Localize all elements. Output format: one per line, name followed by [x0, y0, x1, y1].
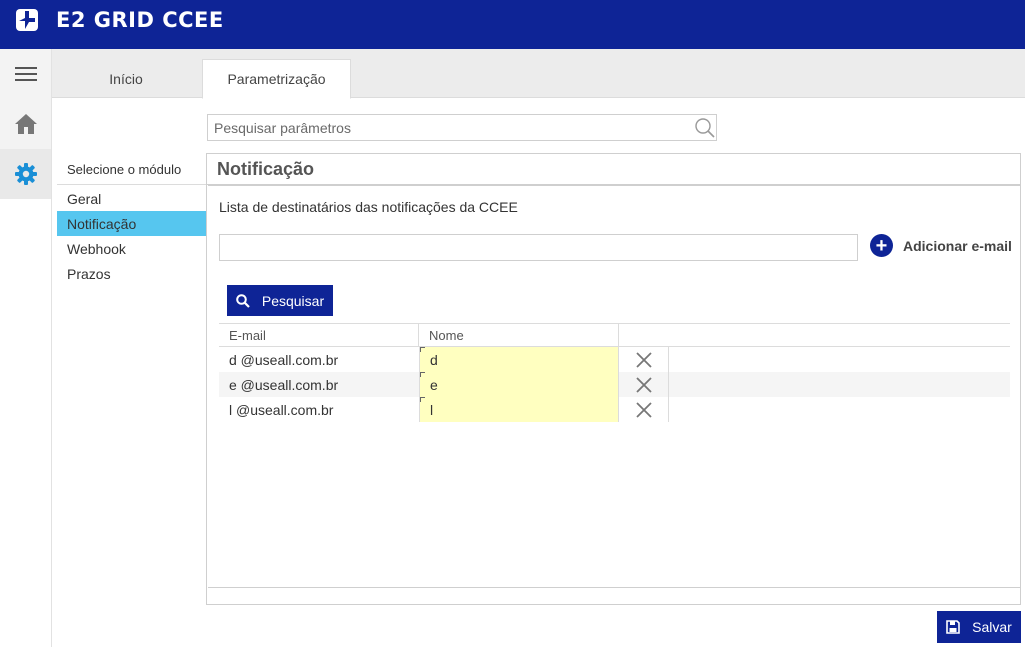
search-icon [236, 293, 250, 308]
email-cell[interactable]: d @useall.com.br [219, 347, 419, 372]
cell-corner-marker [420, 397, 425, 402]
notification-panel: Notificação Lista de destinatários das n… [206, 153, 1021, 605]
divider [57, 184, 207, 185]
gear-icon [14, 163, 37, 185]
panel-header: Notificação [207, 154, 1020, 185]
tab-inicio[interactable]: Início [52, 59, 200, 98]
add-email-label: Adicionar e-mail [903, 237, 1012, 254]
email-field[interactable] [219, 234, 858, 261]
table-row: d @useall.com.br d [219, 347, 1010, 372]
name-text: d [430, 351, 438, 368]
recipients-table: E-mail Nome d @useall.com.br d e @useall… [219, 323, 1010, 422]
panel-body: Lista de destinatários das notificações … [208, 185, 1020, 588]
plus-circle-icon: + [870, 234, 893, 257]
email-cell[interactable]: l @useall.com.br [219, 397, 419, 422]
module-item-notificacao[interactable]: Notificação [57, 211, 207, 236]
table-row: e @useall.com.br e [219, 372, 1010, 397]
module-item-geral[interactable]: Geral [57, 186, 207, 211]
add-email-button[interactable]: + Adicionar e-mail [870, 234, 1012, 257]
name-cell[interactable]: e [419, 372, 619, 397]
table-row: l @useall.com.br l [219, 397, 1010, 422]
parameter-search [207, 114, 717, 141]
module-item-prazos[interactable]: Prazos [57, 261, 207, 286]
close-icon [635, 376, 652, 393]
top-bar: E2 GRID CCEE [0, 0, 1025, 49]
menu-button[interactable] [0, 49, 51, 99]
name-text: l [430, 401, 434, 418]
delete-row-button[interactable] [619, 347, 669, 372]
home-icon [14, 114, 37, 134]
name-text: e [430, 376, 438, 393]
name-cell[interactable]: d [419, 347, 619, 372]
search-input[interactable] [208, 115, 678, 140]
home-nav-button[interactable] [0, 99, 51, 149]
settings-nav-button[interactable] [0, 149, 51, 199]
menu-icon [14, 67, 37, 81]
delete-row-button[interactable] [619, 372, 669, 397]
name-cell[interactable]: l [419, 397, 619, 422]
search-icon[interactable] [694, 117, 716, 139]
cell-corner-marker [420, 347, 425, 352]
column-header-nome[interactable]: Nome [419, 324, 619, 346]
module-item-webhook[interactable]: Webhook [57, 236, 207, 261]
delete-row-button[interactable] [619, 397, 669, 422]
panel-title: Notificação [217, 159, 315, 179]
search-button[interactable]: Pesquisar [227, 285, 333, 316]
app-logo-icon [16, 9, 38, 31]
cell-corner-marker [420, 372, 425, 377]
side-nav [0, 49, 52, 647]
tab-bar: Início Parametrização [52, 49, 1025, 99]
tab-parametrizacao[interactable]: Parametrização [202, 59, 351, 99]
app-title: E2 GRID CCEE [56, 8, 224, 32]
module-selector-title: Selecione o módulo [67, 162, 182, 177]
recipients-list-label: Lista de destinatários das notificações … [219, 199, 518, 215]
search-button-label: Pesquisar [261, 292, 325, 309]
email-cell[interactable]: e @useall.com.br [219, 372, 419, 397]
save-button-label: Salvar [972, 619, 1012, 635]
column-header-email[interactable]: E-mail [219, 324, 419, 346]
table-header: E-mail Nome [219, 323, 1010, 347]
save-button[interactable]: Salvar [937, 611, 1021, 643]
close-icon [635, 351, 652, 368]
close-icon [635, 401, 652, 418]
save-icon [946, 620, 960, 634]
